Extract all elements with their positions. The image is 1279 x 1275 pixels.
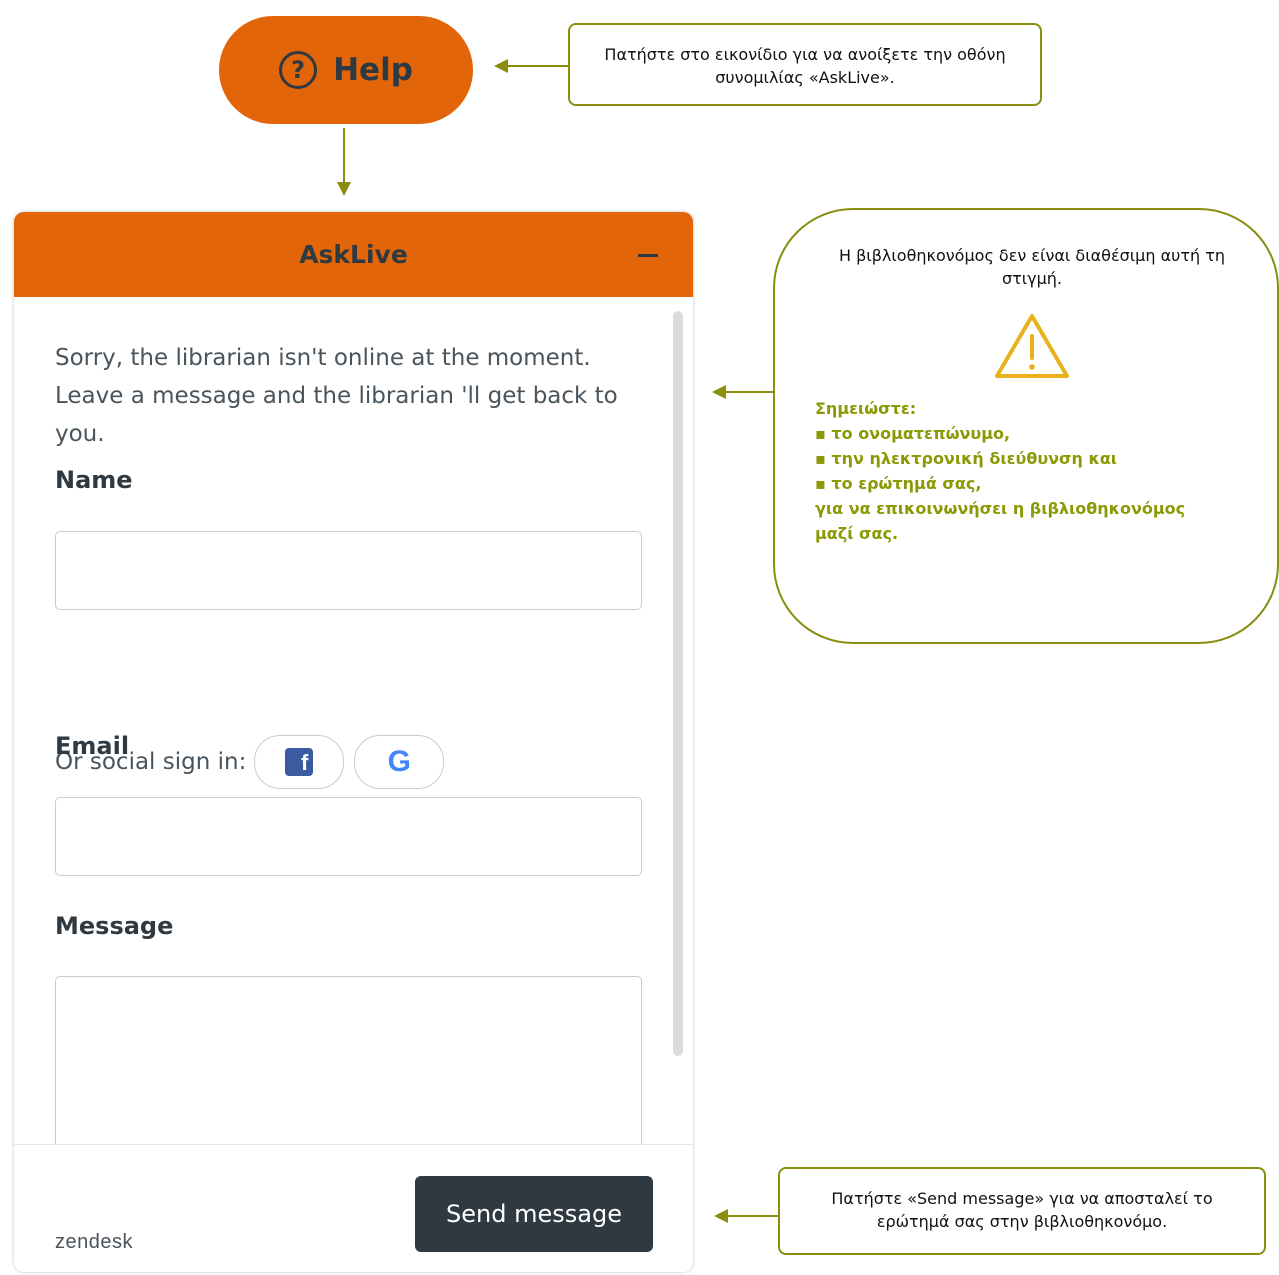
zendesk-logo: zendesk [55,1231,133,1253]
note-line: ▪ την ηλεκτρονική διεύθυνση και [815,449,1118,468]
note-line: μαζί σας. [815,524,899,543]
callout-help: Πατήστε στο εικονίδιο για να ανοίξετε τη… [568,23,1042,106]
arrow-down [343,128,345,182]
widget-title: AskLive [299,240,408,269]
help-launcher-button[interactable]: ? Help [219,16,473,124]
help-label: Help [333,52,413,88]
name-input[interactable] [55,531,642,610]
arrow-head-send [714,1209,728,1223]
scrollbar[interactable] [673,311,683,1056]
arrow-send [728,1215,778,1217]
widget-header: AskLive [14,212,693,297]
widget-body: Sorry, the librarian isn't online at the… [14,297,693,1176]
question-circle-icon: ? [279,51,318,89]
offline-message: Sorry, the librarian isn't online at the… [55,345,618,447]
note-line: για να επικοινωνήσει η βιβλιοθηκονόμος [815,499,1186,518]
send-message-button[interactable]: Send message [415,1176,653,1252]
facebook-sign-in-button[interactable]: f [254,735,345,789]
email-label: Email [55,732,130,760]
arrow-head-help [494,59,508,73]
callout-help-text: Πατήστε στο εικονίδιο για να ανοίξετε τη… [604,45,1006,87]
callout-offline: Η βιβλιοθηκονόμος δεν είναι διαθέσιμη αυ… [773,208,1279,644]
arrow-offline [726,391,773,393]
note-line: ▪ το ονοματεπώνυμο, [815,424,1011,443]
note-line: ▪ το ερώτημά σας, [815,474,982,493]
callout-send: Πατήστε «Send message» για να αποσταλεί … [778,1167,1266,1255]
arrow-head-offline [712,385,726,399]
callout-send-text: Πατήστε «Send message» για να αποσταλεί … [831,1189,1213,1231]
google-icon: G [387,745,412,778]
arrow-help [508,65,568,67]
minimize-icon [638,253,658,257]
widget-footer: zendesk Send message [14,1144,693,1272]
note-line: Σημειώστε: [815,399,917,418]
minimize-button[interactable] [633,242,663,268]
facebook-icon: f [285,748,314,776]
callout-offline-notes: Σημειώστε: ▪ το ονοματεπώνυμο, ▪ την ηλε… [815,396,1249,546]
callout-offline-intro: Η βιβλιοθηκονόμος δεν είναι διαθέσιμη αυ… [838,246,1226,288]
warning-triangle-icon [995,314,1069,378]
arrow-head-down [337,182,351,196]
name-label: Name [55,466,133,494]
message-label: Message [55,912,174,940]
scrollbar-thumb[interactable] [673,311,683,1056]
google-sign-in-button[interactable]: G [354,735,445,789]
chat-widget: AskLive Sorry, the librarian isn't onlin… [14,212,693,1272]
email-input[interactable] [55,797,642,876]
